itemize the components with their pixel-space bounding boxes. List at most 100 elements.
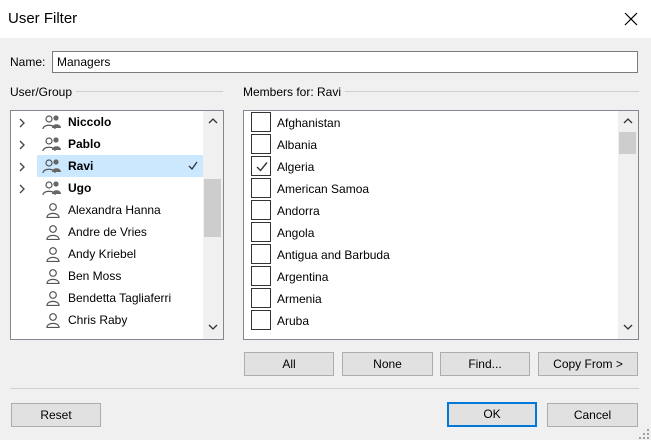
find-button[interactable]: Find... [440,352,530,376]
member-label: Aruba [277,314,310,328]
chevron-right-icon [19,162,25,172]
user-icon [46,225,60,241]
member-item[interactable]: Aruba [244,309,616,331]
name-label: Name: [10,55,46,69]
expand-button[interactable] [18,161,26,175]
member-checkbox[interactable] [251,156,271,176]
members-scrollbar[interactable] [618,111,638,339]
member-label: Armenia [277,292,322,306]
members-list[interactable]: Afghanistan Albania Algeria American Samoa A… [243,110,639,340]
group-icon [42,181,61,196]
member-label: Afghanistan [277,116,341,130]
expand-button[interactable] [18,183,26,197]
member-checkbox[interactable] [251,288,271,308]
expand-button[interactable] [18,117,26,131]
chevron-down-icon [208,324,218,330]
member-item[interactable]: Angola [244,221,616,243]
user-icon [46,203,60,219]
member-label: Argentina [277,270,329,284]
tree-user-item[interactable]: Andre de Vries [11,221,203,243]
all-button[interactable]: All [244,352,334,376]
member-checkbox[interactable] [251,112,271,132]
cancel-button[interactable]: Cancel [547,403,638,427]
window-title: User Filter [8,10,78,27]
member-checkbox[interactable] [251,134,271,154]
chevron-up-icon [623,118,633,124]
member-checkbox[interactable] [251,178,271,198]
member-checkbox[interactable] [251,310,271,330]
member-item[interactable]: Albania [244,133,616,155]
tree-user-item[interactable]: Andy Kriebel [11,243,203,265]
member-item[interactable]: Armenia [244,287,616,309]
group-icon [42,159,61,174]
tree-group-item[interactable]: Pablo [11,133,203,155]
close-button[interactable] [612,0,650,38]
tree-item-check [188,160,198,174]
member-label: Angola [277,226,315,240]
none-button[interactable]: None [342,352,433,376]
copy-from-button[interactable]: Copy From > [538,352,638,376]
user-icon [46,247,60,263]
check-icon [256,162,268,172]
tree-user-item[interactable]: Ben Moss [11,265,203,287]
tree-user-item[interactable]: Alexandra Hanna [11,199,203,221]
chevron-up-icon [208,118,218,124]
tree-item-label: Ravi [68,159,94,173]
tree-item-label: Andre de Vries [68,225,147,239]
close-icon [624,12,638,26]
tree-user-item[interactable]: Chris Raby [11,309,203,331]
user-group-tree[interactable]: Niccolo Pablo Ravi Ugo Alexandra Hanna Andre … [10,110,224,340]
members-scroll-down[interactable] [619,319,636,336]
chevron-right-icon [19,184,25,194]
tree-item-label: Pablo [68,137,101,151]
tree-scrollbar[interactable] [203,111,223,339]
member-label: Andorra [277,204,320,218]
chevron-right-icon [19,140,25,150]
tree-item-label: Alexandra Hanna [68,203,161,217]
tree-user-item[interactable]: Bendetta Tagliaferri [11,287,203,309]
tree-scroll-up[interactable] [204,112,221,129]
tree-scroll-down[interactable] [204,319,221,336]
tree-group-item[interactable]: Ravi [19,155,203,177]
group-icon [42,115,61,130]
tree-item-label: Ben Moss [68,269,122,283]
member-checkbox[interactable] [251,222,271,242]
members-label: Members for: Ravi [243,85,346,99]
member-checkbox[interactable] [251,244,271,264]
member-label: American Samoa [277,182,370,196]
reset-button[interactable]: Reset [11,403,101,427]
resize-grip-icon[interactable] [638,428,650,440]
name-input[interactable] [52,51,638,73]
member-item[interactable]: Algeria [244,155,616,177]
tree-item-label: Ugo [68,181,92,195]
member-item[interactable]: Antigua and Barbuda [244,243,616,265]
tree-scroll-thumb[interactable] [204,179,221,237]
expand-button[interactable] [18,139,26,153]
ok-button[interactable]: OK [447,402,537,427]
footer-divider [10,388,639,389]
user-icon [46,291,60,307]
user-icon [46,313,60,329]
user-group-label: User/Group [10,85,77,99]
tree-item-label: Bendetta Tagliaferri [68,291,172,305]
check-icon [188,161,198,171]
tree-item-label: Chris Raby [68,313,128,327]
chevron-right-icon [19,118,25,128]
members-scroll-thumb[interactable] [619,132,636,154]
member-item[interactable]: Andorra [244,199,616,221]
tree-group-item[interactable]: Ugo [11,177,203,199]
tree-item-label: Niccolo [68,115,112,129]
member-label: Albania [277,138,318,152]
member-item[interactable]: Argentina [244,265,616,287]
tree-group-item[interactable]: Niccolo [11,111,203,133]
member-checkbox[interactable] [251,266,271,286]
member-label: Antigua and Barbuda [277,248,390,262]
member-checkbox[interactable] [251,200,271,220]
member-label: Algeria [277,160,315,174]
member-item[interactable]: Afghanistan [244,111,616,133]
group-icon [42,137,61,152]
member-item[interactable]: American Samoa [244,177,616,199]
chevron-down-icon [623,324,633,330]
members-scroll-up[interactable] [619,112,636,129]
user-icon [46,269,60,285]
